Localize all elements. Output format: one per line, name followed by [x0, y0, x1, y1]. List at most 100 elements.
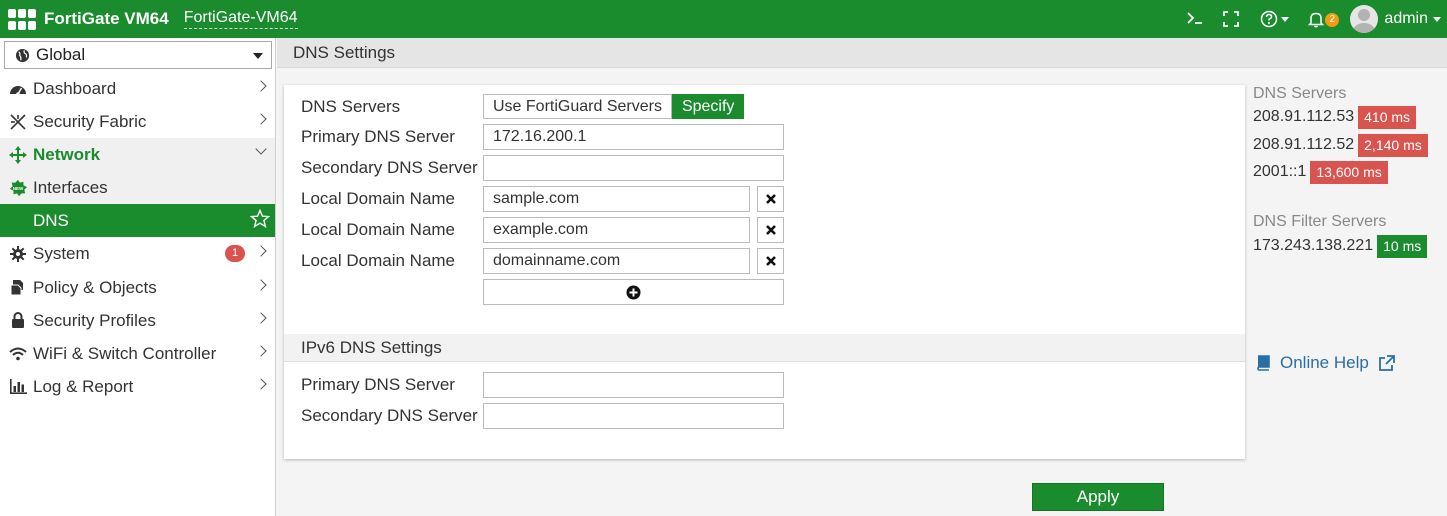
sidebar-item-interfaces[interactable]: NEW Interfaces	[0, 171, 275, 204]
notifications-button[interactable]: 2	[1308, 11, 1339, 28]
product-name: FortiGate VM64	[44, 9, 169, 28]
local-domain-input[interactable]: sample.com	[483, 186, 750, 212]
local-domain-input[interactable]: domainname.com	[483, 248, 750, 274]
primary-dns-input[interactable]: 172.16.200.1	[483, 124, 784, 150]
bell-icon	[1308, 12, 1325, 28]
sidebar-item-label: WiFi & Switch Controller	[33, 343, 217, 363]
online-help-label: Online Help	[1280, 353, 1369, 372]
chevron-right-icon	[255, 279, 267, 291]
chevron-right-icon	[255, 113, 267, 125]
help-menu-button[interactable]	[1260, 10, 1289, 28]
dashboard-icon	[9, 82, 27, 96]
local-domain-label: Local Domain Name	[301, 251, 456, 270]
secondary-dns-label: Secondary DNS Server	[301, 158, 478, 177]
new-badge-icon: NEW	[9, 179, 27, 197]
sidebar-item-system[interactable]: System 1	[0, 237, 275, 270]
notification-count-badge: 2	[1325, 12, 1339, 27]
sidebar-item-security-fabric[interactable]: Security Fabric	[0, 105, 275, 138]
fullscreen-icon	[1223, 11, 1239, 27]
sidebar-item-policy-objects[interactable]: Policy & Objects	[0, 271, 275, 304]
book-icon	[1257, 355, 1270, 371]
policy-icon	[9, 279, 27, 296]
latency-badge: 2,140 ms	[1358, 133, 1428, 157]
fullscreen-button[interactable]	[1223, 11, 1239, 27]
chevron-right-icon	[255, 245, 267, 257]
user-caret-icon	[1433, 16, 1441, 22]
dns-servers-toggle: Use FortiGuard Servers Specify	[483, 94, 745, 119]
ipv6-secondary-dns-label: Secondary DNS Server	[301, 406, 478, 425]
dns-servers-title: DNS Servers	[1253, 85, 1347, 102]
sidebar-item-label: DNS	[33, 210, 69, 230]
close-icon	[765, 256, 776, 266]
system-alert-badge: 1	[225, 245, 245, 262]
svg-text:NEW: NEW	[13, 185, 24, 190]
help-caret-icon	[1281, 16, 1289, 22]
add-domain-button[interactable]	[483, 279, 784, 305]
user-menu[interactable]: admin	[1350, 5, 1441, 33]
vdom-label: Global	[36, 45, 86, 64]
apply-button[interactable]: Apply	[1032, 483, 1164, 511]
latency-badge: 410 ms	[1358, 105, 1417, 129]
sidebar-item-label: Network	[33, 144, 101, 164]
star-favorite-icon[interactable]	[249, 208, 271, 234]
hostname-link[interactable]: FortiGate-VM64	[183, 9, 298, 29]
sidebar-item-label: Log & Report	[33, 376, 134, 396]
username: admin	[1384, 10, 1428, 27]
remove-domain-button[interactable]	[757, 186, 784, 212]
latency-badge: 10 ms	[1377, 234, 1428, 258]
dns-server-address: 2001::1	[1253, 163, 1307, 180]
primary-dns-label: Primary DNS Server	[301, 127, 455, 146]
dns-filter-server-entry: 173.243.138.221 10 ms	[1253, 234, 1428, 258]
gear-icon	[9, 245, 27, 262]
sidebar-item-label: System	[33, 243, 90, 263]
page-title: DNS Settings	[293, 42, 396, 62]
chevron-right-icon	[255, 345, 267, 357]
ipv6-section-heading: IPv6 DNS Settings	[284, 334, 1245, 362]
dns-server-entry: 2001::1 13,600 ms	[1253, 160, 1388, 184]
latency-badge: 13,600 ms	[1310, 160, 1388, 184]
bar-chart-icon	[9, 379, 27, 394]
ipv6-secondary-dns-input[interactable]	[483, 403, 784, 429]
chevron-right-icon	[255, 312, 267, 324]
secondary-dns-input[interactable]	[483, 155, 784, 181]
sidebar-item-label: Policy & Objects	[33, 277, 157, 297]
ipv6-primary-dns-input[interactable]	[483, 372, 784, 398]
sidebar-item-network[interactable]: Network	[0, 138, 275, 171]
sidebar-item-dns[interactable]: DNS	[0, 204, 275, 237]
sidebar-item-log-report[interactable]: Log & Report	[0, 370, 275, 403]
caret-down-icon	[253, 53, 263, 59]
chevron-right-icon	[255, 378, 267, 390]
vdom-selector[interactable]: Global	[4, 41, 272, 69]
top-bar: FortiGate VM64 FortiGate-VM64 2 admin	[0, 0, 1447, 38]
online-help-link[interactable]: Online Help	[1256, 353, 1395, 373]
dns-filter-server-address: 173.243.138.221	[1253, 237, 1374, 254]
sidebar-item-security-profiles[interactable]: Security Profiles	[0, 304, 275, 337]
fortinet-logo-icon	[8, 8, 38, 30]
sidebar-item-wifi-switch[interactable]: WiFi & Switch Controller	[0, 337, 275, 370]
specify-option[interactable]: Specify	[671, 94, 745, 119]
cli-console-button[interactable]	[1186, 10, 1204, 26]
local-domain-label: Local Domain Name	[301, 220, 456, 239]
close-icon	[765, 225, 776, 235]
use-fortiguard-servers-option[interactable]: Use FortiGuard Servers	[483, 94, 672, 119]
globe-icon	[15, 48, 30, 62]
dns-server-entry: 208.91.112.52 2,140 ms	[1253, 133, 1428, 157]
sidebar-item-label: Security Fabric	[33, 111, 147, 131]
terminal-icon	[1187, 12, 1202, 24]
sidebar-item-label: Security Profiles	[33, 310, 156, 330]
wifi-icon	[9, 347, 27, 361]
dns-servers-label: DNS Servers	[301, 97, 401, 116]
close-icon	[765, 194, 776, 204]
sidebar-item-label: Dashboard	[33, 78, 117, 98]
chevron-right-icon	[255, 80, 267, 92]
remove-domain-button[interactable]	[757, 217, 784, 243]
local-domain-label: Local Domain Name	[301, 189, 456, 208]
avatar	[1350, 5, 1379, 33]
lock-icon	[9, 312, 27, 329]
remove-domain-button[interactable]	[757, 248, 784, 274]
sidebar-item-dashboard[interactable]: Dashboard	[0, 72, 275, 105]
plus-circle-icon	[626, 285, 641, 299]
local-domain-input[interactable]: example.com	[483, 217, 750, 243]
sidebar-item-label: Interfaces	[33, 177, 108, 197]
ipv6-primary-dns-label: Primary DNS Server	[301, 375, 455, 394]
